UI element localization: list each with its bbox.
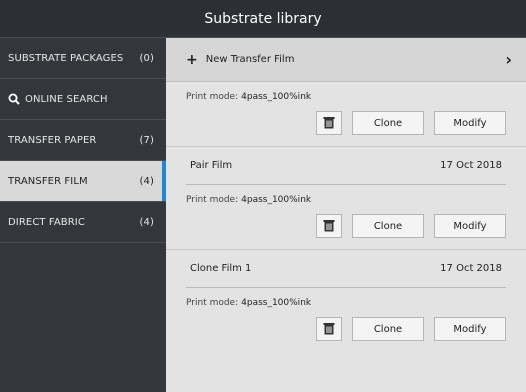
trash-icon [323,217,335,236]
delete-button[interactable] [316,214,342,238]
title-bar: Substrate library [0,0,526,38]
sidebar-item-count: (7) [139,134,154,146]
clone-button[interactable]: Clone [352,111,424,135]
substrate-name: Pair Film [190,160,233,171]
sidebar-item-label: SUBSTRATE PACKAGES [8,52,124,64]
substrate-date: 17 Oct 2018 [440,160,502,171]
new-transfer-film-label: New Transfer Film [205,54,295,65]
sidebar-item-label: DIRECT FABRIC [8,216,85,228]
chevron-right-icon: › [505,50,512,69]
delete-button[interactable] [316,111,342,135]
list-item: Print mode: 4pass_100%ink Clone Modify [166,82,526,136]
sidebar-item-count: (4) [139,216,154,228]
modify-button[interactable]: Modify [434,317,506,341]
clone-button[interactable]: Clone [352,317,424,341]
print-mode: Print mode: 4pass_100%ink [186,298,312,308]
substrate-list: + New Transfer Film › Print mode: 4pass_1… [166,38,526,392]
modify-button[interactable]: Modify [434,214,506,238]
sidebar-item-transfer-film[interactable]: TRANSFER FILM (4) [0,161,166,202]
list-item[interactable]: Pair Film 17 Oct 2018 Print mode: 4pass_1… [166,147,526,239]
sidebar-item-transfer-paper[interactable]: TRANSFER PAPER (7) [0,120,166,161]
sidebar-item-label: TRANSFER FILM [8,175,88,187]
substrate-date: 17 Oct 2018 [440,263,502,274]
trash-icon [323,320,335,339]
modify-button[interactable]: Modify [434,111,506,135]
delete-button[interactable] [316,317,342,341]
page-title: Substrate library [204,10,322,27]
sidebar-item-count: (4) [139,175,154,187]
print-mode: Print mode: 4pass_100%ink [186,195,312,205]
sidebar-item-substrate-packages[interactable]: SUBSTRATE PACKAGES (0) [0,38,166,79]
sidebar-item-label: ONLINE SEARCH [25,93,108,105]
sidebar: SUBSTRATE PACKAGES (0) ONLINE SEARCH TRA… [0,38,166,392]
search-icon [8,93,20,105]
clone-button[interactable]: Clone [352,214,424,238]
substrate-name: Clone Film 1 [190,263,252,274]
list-item[interactable]: Clone Film 1 17 Oct 2018 Print mode: 4pas… [166,250,526,342]
new-transfer-film-row[interactable]: + New Transfer Film › [166,38,526,82]
plus-icon: + [186,51,198,68]
sidebar-item-count: (0) [139,52,154,64]
trash-icon [323,114,335,133]
sidebar-item-direct-fabric[interactable]: DIRECT FABRIC (4) [0,202,166,243]
print-mode: Print mode: 4pass_100%ink [186,92,312,102]
sidebar-item-label: TRANSFER PAPER [8,134,97,146]
sidebar-item-online-search[interactable]: ONLINE SEARCH [0,79,166,120]
